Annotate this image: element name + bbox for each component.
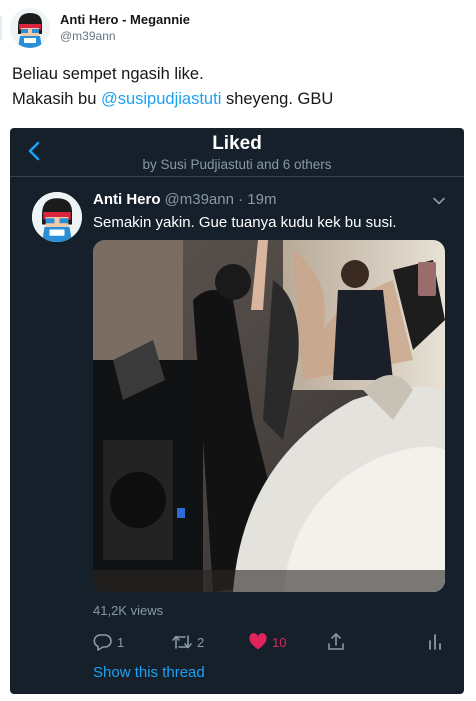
liked-header: Liked by Susi Pudjiastuti and 6 others [10,128,464,177]
reply-count: 1 [117,634,125,650]
reply-icon [93,634,112,651]
video-thumbnail[interactable] [93,240,445,592]
page-subtitle: by Susi Pudjiastuti and 6 others [142,157,332,172]
analytics-button[interactable] [426,632,444,652]
display-name[interactable]: Anti Hero - Megannie [60,12,190,28]
avatar[interactable] [10,8,50,48]
chevron-down-icon[interactable] [432,194,446,208]
analytics-icon [429,634,441,650]
page-title: Liked [212,133,262,154]
inner-handle-time: @m39ann · 19m [164,191,277,208]
mention-link[interactable]: @susipudjiastuti [101,90,221,108]
like-button[interactable]: 10 [248,632,286,652]
tweet-header: Anti Hero - Megannie @m39ann [10,8,190,48]
inner-display-name[interactable]: Anti Hero [93,191,161,208]
tweet-text-suffix: sheyeng. GBU [221,90,334,108]
tweet-text-line-1: Beliau sempet ngasih like. [12,65,204,83]
show-thread-link[interactable]: Show this thread [93,664,205,681]
retweet-count: 2 [197,634,205,650]
user-handle[interactable]: @m39ann [60,28,190,44]
embedded-screenshot[interactable]: Liked by Susi Pudjiastuti and 6 others A… [10,128,464,694]
view-count: 41,2K views [93,603,164,618]
like-count: 10 [272,634,287,650]
share-button[interactable] [326,632,346,652]
share-icon [328,633,344,650]
inner-tweet-meta: Anti Hero @m39ann · 19m [93,191,276,208]
tweet-text-prefix: Makasih bu [12,90,101,108]
tweet-text-line-2: Makasih bu @susipudjiastuti sheyeng. GBU [12,87,462,112]
heart-icon [249,633,267,650]
tweet-text: Beliau sempet ngasih like. Makasih bu @s… [12,62,462,112]
retweet-button[interactable]: 2 [171,632,204,652]
inner-avatar[interactable] [32,192,82,242]
inner-tweet-text: Semakin yakin. Gue tuanya kudu kek bu su… [93,214,397,231]
tweet-actions: 1 2 10 [93,632,445,654]
reply-button[interactable]: 1 [93,632,124,652]
left-edge-divider [0,16,2,40]
retweet-icon [172,635,192,649]
